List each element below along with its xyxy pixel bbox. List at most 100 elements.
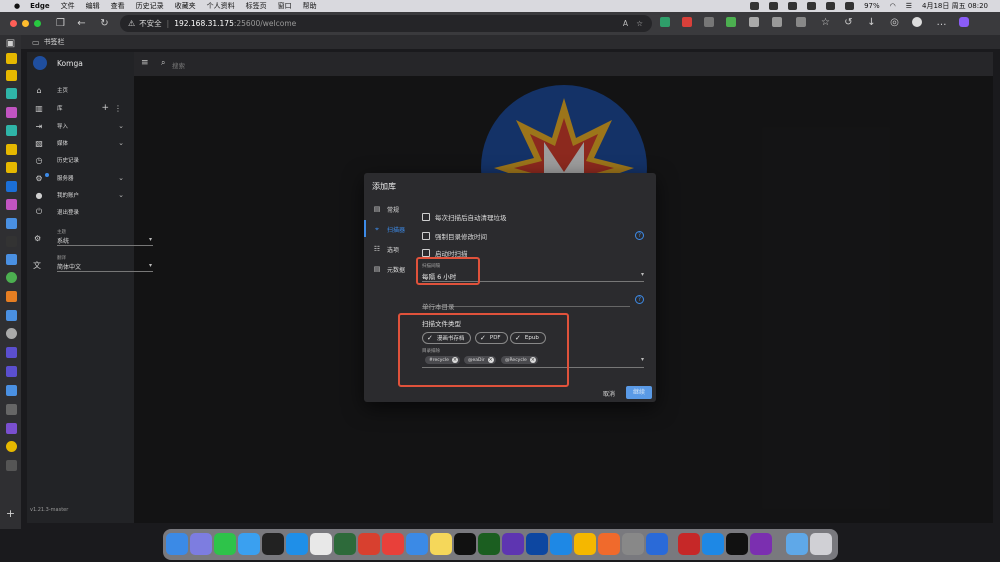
tab-favicon[interactable] xyxy=(6,272,17,283)
menu-help[interactable]: 帮助 xyxy=(303,1,317,11)
tab-favicon[interactable] xyxy=(6,218,17,229)
history-icon[interactable]: ↺ xyxy=(843,17,854,28)
profile-avatar[interactable] xyxy=(912,17,922,27)
menubar-datetime[interactable]: 4月18日 周五 08:20 xyxy=(922,1,988,11)
menu-edit[interactable]: 编辑 xyxy=(86,1,100,11)
chat-app-icon[interactable] xyxy=(238,533,260,555)
menu-profile[interactable]: 个人资料 xyxy=(207,1,235,11)
control-center-icon[interactable]: ☰ xyxy=(906,2,912,10)
extension-icon[interactable] xyxy=(772,17,782,27)
apple-icon[interactable]: ● xyxy=(14,2,20,10)
tab-favicon[interactable] xyxy=(6,460,17,471)
tab-favicon[interactable] xyxy=(6,181,17,192)
tab-general[interactable]: ▤ 常规 xyxy=(372,203,399,215)
wechat-icon[interactable] xyxy=(214,533,236,555)
search-input[interactable]: 搜索 xyxy=(172,60,185,70)
tab-favicon[interactable] xyxy=(6,385,17,396)
zoom-window-button[interactable] xyxy=(34,20,41,27)
checkbox-box[interactable] xyxy=(422,213,430,221)
copilot-icon[interactable] xyxy=(959,17,969,27)
tab-scanner[interactable]: ⌖ 扫描器 xyxy=(372,223,405,235)
theme-select[interactable]: 系统 ▾ xyxy=(57,236,153,246)
language-select[interactable]: 简体中文 ▾ xyxy=(57,262,153,272)
tab-favicon[interactable] xyxy=(6,53,17,64)
menu-favorites[interactable]: 收藏夹 xyxy=(175,1,196,11)
app-icon[interactable] xyxy=(358,533,380,555)
trash-icon[interactable] xyxy=(810,533,832,555)
workspaces-icon[interactable]: ❒ xyxy=(55,18,66,29)
code-editor-icon[interactable] xyxy=(334,533,356,555)
nav-libraries[interactable]: ▥ 库 + ⋮ xyxy=(27,100,134,116)
tab-favicon[interactable] xyxy=(6,423,17,434)
tab-favicon[interactable] xyxy=(6,107,17,118)
favorites-icon[interactable]: ☆ xyxy=(820,17,831,28)
back-arrow-icon[interactable]: ← xyxy=(76,18,87,29)
notes-icon[interactable] xyxy=(430,533,452,555)
checkbox-box[interactable] xyxy=(422,249,430,257)
app-title[interactable]: Komga xyxy=(57,59,83,68)
extension-icon[interactable] xyxy=(796,17,806,27)
app-icon[interactable] xyxy=(702,533,724,555)
tab-metadata[interactable]: ▤ 元数据 xyxy=(372,263,405,275)
read-aloud-icon[interactable]: A xyxy=(623,19,628,28)
menu-view[interactable]: 查看 xyxy=(111,1,125,11)
close-window-button[interactable] xyxy=(10,20,17,27)
menu-tabs[interactable]: 标签页 xyxy=(246,1,267,11)
onenote-icon[interactable] xyxy=(750,533,772,555)
extension-icon[interactable] xyxy=(704,17,714,27)
downloads-folder-icon[interactable] xyxy=(786,533,808,555)
edge-browser-icon[interactable] xyxy=(286,533,308,555)
extension-icon[interactable] xyxy=(660,17,670,27)
tray-icon[interactable] xyxy=(826,2,836,10)
filezilla-icon[interactable] xyxy=(678,533,700,555)
nav-account[interactable]: ● 我的账户 ⌄ xyxy=(27,187,134,203)
datagrip-icon[interactable] xyxy=(502,533,524,555)
launchpad-icon[interactable] xyxy=(190,533,212,555)
tab-favicon[interactable] xyxy=(6,328,17,339)
extension-icon[interactable] xyxy=(749,17,759,27)
new-tab-plus-icon[interactable]: + xyxy=(5,508,16,519)
nav-history[interactable]: ◷ 历史记录 xyxy=(27,152,134,168)
performance-icon[interactable]: ◎ xyxy=(889,17,900,28)
nav-home[interactable]: ⌂ 主页 xyxy=(27,82,134,98)
tab-favicon[interactable] xyxy=(6,88,17,99)
download-icon[interactable]: ↓ xyxy=(866,17,877,28)
menu-app-name[interactable]: Edge xyxy=(30,2,50,10)
system-settings-icon[interactable] xyxy=(622,533,644,555)
tab-favicon[interactable] xyxy=(6,441,17,452)
empty-trash-checkbox[interactable]: 每次扫描后自动清理垃圾 xyxy=(422,212,507,222)
nav-server[interactable]: ⚙ 服务器 ⌄ xyxy=(27,170,134,186)
menu-file[interactable]: 文件 xyxy=(61,1,75,11)
tab-actions-icon[interactable]: ▣ xyxy=(5,38,16,49)
tab-favicon[interactable] xyxy=(6,236,17,247)
nav-import[interactable]: ⇥ 导入 ⌄ xyxy=(27,118,134,134)
insecure-label[interactable]: 不安全 xyxy=(139,18,162,29)
more-icon[interactable]: … xyxy=(936,17,947,28)
force-modified-checkbox[interactable]: 强制目录修改时间 xyxy=(422,231,487,241)
nav-logout[interactable]: ⏻ 退出登录 xyxy=(27,204,134,220)
tab-favicon[interactable] xyxy=(6,254,17,265)
wps-icon[interactable] xyxy=(310,533,332,555)
bookmarks-folder[interactable]: 书签栏 xyxy=(44,37,65,47)
minimize-window-button[interactable] xyxy=(22,20,29,27)
tab-favicon[interactable] xyxy=(6,366,17,377)
menu-window[interactable]: 窗口 xyxy=(278,1,292,11)
tab-favicon[interactable] xyxy=(6,291,17,302)
scan-on-startup-checkbox[interactable]: 启动时扫描 xyxy=(422,249,468,257)
tray-icon[interactable] xyxy=(807,2,817,10)
app-icon[interactable] xyxy=(598,533,620,555)
pycharm-icon[interactable] xyxy=(478,533,500,555)
tab-options[interactable]: ☷ 选项 xyxy=(372,243,399,255)
tab-favicon[interactable] xyxy=(6,347,17,358)
tab-favicon[interactable] xyxy=(6,310,17,321)
reload-icon[interactable]: ↻ xyxy=(99,18,110,29)
oneshots-directory-input[interactable]: 单行本目录 xyxy=(422,294,630,311)
tab-favicon[interactable] xyxy=(6,199,17,210)
tab-favicon[interactable] xyxy=(6,404,17,415)
terminal-icon[interactable] xyxy=(726,533,748,555)
app-icon[interactable] xyxy=(646,533,668,555)
tray-icon[interactable] xyxy=(769,2,779,10)
tab-favicon[interactable] xyxy=(6,144,17,155)
tray-icon[interactable] xyxy=(845,2,855,10)
app-icon[interactable] xyxy=(574,533,596,555)
